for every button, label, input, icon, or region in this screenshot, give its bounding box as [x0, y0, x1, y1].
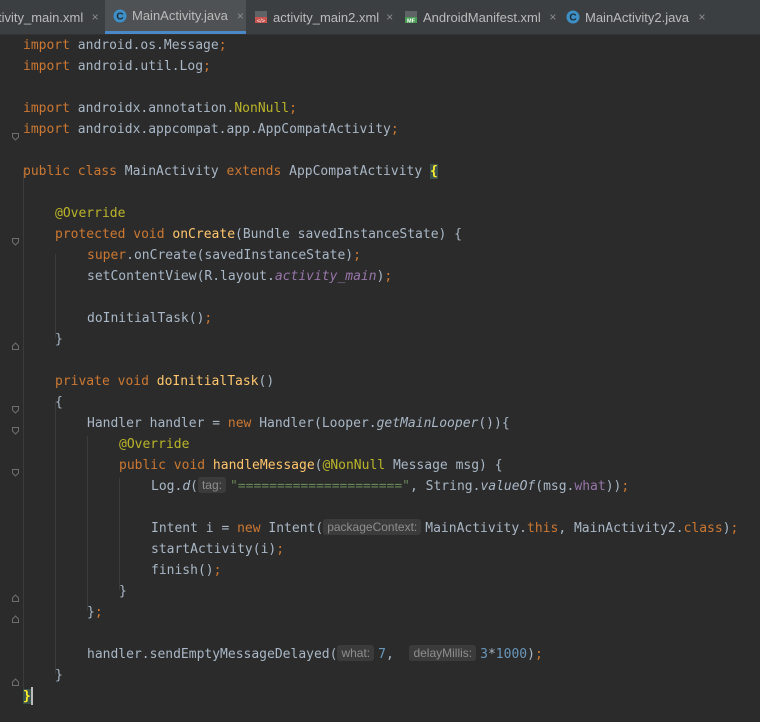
code-line: {: [55, 395, 63, 410]
close-icon[interactable]: ×: [90, 10, 100, 24]
tab-label: MainActivity2.java: [585, 9, 690, 25]
tab-mainactivity2-java[interactable]: C MainActivity2.java ×: [560, 0, 710, 34]
close-icon[interactable]: ×: [235, 9, 246, 23]
fold-marker-icon[interactable]: [11, 420, 20, 435]
svg-text:</>: </>: [257, 19, 265, 25]
code-line: private void doInitialTask(): [55, 374, 275, 389]
code-line: @Override: [119, 437, 190, 452]
fold-marker-icon[interactable]: [11, 462, 20, 477]
fold-marker-icon[interactable]: [11, 672, 20, 686]
editor-gutter: [0, 35, 19, 722]
code-line: handler.sendEmptyMessageDelayed(what: 7, …: [87, 645, 543, 662]
svg-text:C: C: [569, 13, 576, 24]
code-line: @Override: [55, 206, 126, 221]
code-line: protected void onCreate(Bundle savedInst…: [55, 227, 463, 242]
code-line: Intent i = new Intent(packageContext: Mai…: [151, 519, 739, 536]
code-line: import android.os.Message;: [23, 38, 227, 53]
fold-marker-icon[interactable]: [11, 231, 20, 246]
svg-text:MF: MF: [407, 19, 416, 25]
java-class-icon: C: [566, 10, 580, 24]
code-line: Log.d(tag: "=====================", Strin…: [151, 477, 630, 494]
indent-guide: [23, 170, 24, 690]
code-line: }: [55, 668, 63, 683]
tab-activity-main-xml[interactable]: tivity_main.xml ×: [0, 0, 100, 34]
code-line: startActivity(i);: [151, 542, 285, 557]
java-class-icon: C: [113, 9, 127, 23]
tab-androidmanifest-xml[interactable]: MF AndroidManifest.xml ×: [398, 0, 558, 34]
tab-label: MainActivity.java: [132, 8, 228, 23]
code-line: Handler handler = new Handler(Looper.get…: [87, 416, 510, 431]
tab-activity-main2-xml[interactable]: </> activity_main2.xml ×: [248, 0, 393, 34]
code-line: import android.util.Log;: [23, 59, 211, 74]
fold-marker-icon[interactable]: [11, 126, 20, 141]
tab-label: AndroidManifest.xml: [423, 9, 541, 25]
svg-text:C: C: [116, 11, 123, 22]
tab-mainactivity-java[interactable]: C MainActivity.java ×: [105, 0, 246, 34]
parameter-hint: what:: [337, 645, 375, 661]
parameter-hint: tag:: [197, 477, 226, 493]
code-line: finish();: [151, 563, 222, 578]
tab-label: activity_main2.xml: [273, 9, 380, 25]
code-line: public class MainActivity extends AppCom…: [23, 164, 438, 179]
xml-file-icon: </>: [254, 10, 268, 24]
code-line: import androidx.appcompat.app.AppCompatA…: [23, 122, 399, 137]
close-icon[interactable]: ×: [696, 10, 708, 24]
indent-guide: [87, 436, 88, 611]
indent-guide: [55, 401, 56, 674]
code-line: }: [119, 584, 127, 599]
code-editor[interactable]: import android.os.Message; import androi…: [0, 35, 760, 722]
manifest-file-icon: MF: [404, 10, 418, 24]
code-line: }: [23, 686, 31, 707]
fold-marker-icon[interactable]: [11, 399, 20, 414]
code-line: }: [55, 332, 63, 347]
code-line: };: [87, 605, 103, 620]
parameter-hint: packageContext:: [323, 519, 422, 535]
editor-tab-bar: tivity_main.xml × C MainActivity.java × …: [0, 0, 760, 35]
indent-guide: [55, 254, 56, 338]
fold-marker-icon[interactable]: [11, 609, 20, 623]
fold-marker-icon[interactable]: [11, 336, 20, 350]
text-caret: [31, 687, 33, 705]
matched-brace: {: [430, 164, 438, 179]
code-line: doInitialTask();: [87, 311, 213, 326]
close-icon[interactable]: ×: [548, 10, 558, 24]
code-line: setContentView(R.layout.activity_main);: [87, 269, 393, 284]
indent-guide: [119, 478, 120, 590]
tab-label: tivity_main.xml: [0, 9, 84, 25]
ide-window: tivity_main.xml × C MainActivity.java × …: [0, 0, 760, 722]
code-line: super.onCreate(savedInstanceState);: [87, 248, 361, 263]
parameter-hint: delayMillis:: [409, 645, 477, 661]
code-line: public void handleMessage(@NonNull Messa…: [119, 458, 503, 473]
code-line: import androidx.annotation.NonNull;: [23, 101, 297, 116]
fold-marker-icon[interactable]: [11, 588, 20, 602]
matched-brace: }: [23, 689, 31, 704]
close-icon[interactable]: ×: [386, 10, 393, 24]
